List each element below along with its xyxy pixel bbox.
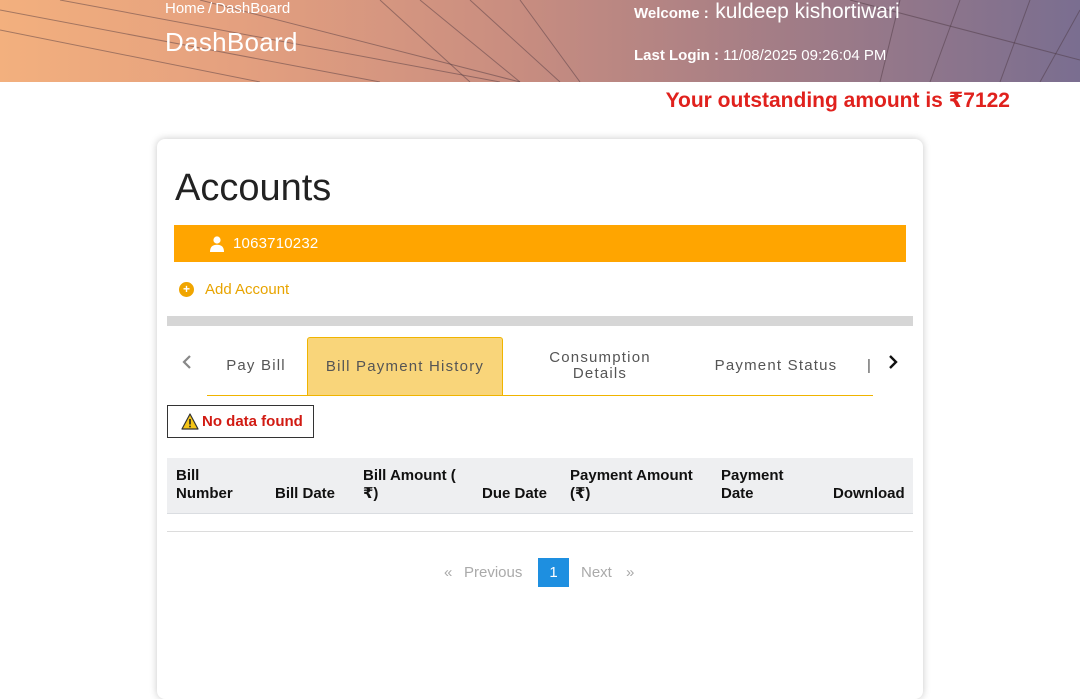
tab-label: Pay Bill [226,357,286,374]
column-header-payment-date: Payment Date [721,467,784,502]
tabs-scroll-right-button[interactable] [882,347,904,377]
chevron-left-icon [182,355,191,369]
user-name: kuldeep kishortiwari [715,0,900,23]
no-data-alert: No data found [167,405,314,438]
add-account-button[interactable]: + Add Account [179,281,289,298]
last-login-value: 11/08/2025 09:26:04 PM [723,47,887,64]
tabs-scroll-left-button[interactable] [176,347,198,377]
power-lines-background [0,0,1080,82]
breadcrumb: Home / DashBoard [165,0,290,18]
section-divider-bar [167,316,913,326]
tabs-underline [207,395,873,396]
tab-consumption-details[interactable]: Consumption Details [527,337,673,395]
tab-label: Bill Payment History [325,358,485,375]
pagination-first-button[interactable]: « [444,558,452,587]
accounts-title: Accounts [175,167,332,209]
breadcrumb-current: DashBoard [215,0,291,17]
column-header-bill-number: Bill Number [176,467,233,502]
column-header-payment-amount: Payment Amount (₹) [570,467,693,502]
user-icon [210,235,224,252]
table-bottom-divider [167,531,913,532]
tab-label: Payment Status [714,357,838,374]
tab-label: Consumption Details [549,349,651,382]
pagination: « Previous 1 Next » [157,558,923,587]
warning-icon [181,413,199,430]
pagination-next-button[interactable]: Next [581,558,612,587]
plus-circle-icon: + [179,282,194,297]
welcome-row: Welcome : kuldeep kishortiwari [634,0,900,24]
outstanding-amount: Your outstanding amount is ₹7122 [665,89,1010,112]
column-header-download: Download [833,485,905,502]
pagination-last-button[interactable]: » [626,558,634,587]
bill-history-table-header: Bill Number Bill Date Bill Amount ( ₹) D… [167,458,913,514]
account-item[interactable]: 1063710232 [174,225,906,262]
breadcrumb-separator: / [208,0,213,17]
account-number: 1063710232 [233,235,319,252]
breadcrumb-home-link[interactable]: Home [165,0,205,17]
pagination-previous-button[interactable]: Previous [464,558,522,587]
page-title: DashBoard [165,27,298,57]
no-data-text: No data found [202,413,303,430]
tab-payment-status[interactable]: Payment Status [705,337,847,395]
welcome-label: Welcome : [634,5,709,22]
add-account-label: Add Account [205,281,290,298]
tab-bill-payment-history[interactable]: Bill Payment History [307,337,503,396]
pagination-page-1[interactable]: 1 [538,558,569,587]
chevron-right-icon [889,355,898,369]
column-header-due-date: Due Date [482,485,548,502]
column-header-bill-amount: Bill Amount ( ₹) [363,467,456,502]
last-login-row: Last Login : 11/08/2025 09:26:04 PM [634,47,886,64]
tab-strip: Pay Bill Bill Payment History Consumptio… [167,329,913,397]
header-banner: Home / DashBoard DashBoard Welcome : kulde… [0,0,1080,82]
tab-pay-bill[interactable]: Pay Bill [215,337,297,395]
accounts-card: Accounts 1063710232 + Add Account Pay Bi… [157,139,923,699]
column-header-bill-date: Bill Date [275,485,336,502]
last-login-label: Last Login : [634,47,719,64]
tab-partial-hidden[interactable]: | [867,357,871,373]
